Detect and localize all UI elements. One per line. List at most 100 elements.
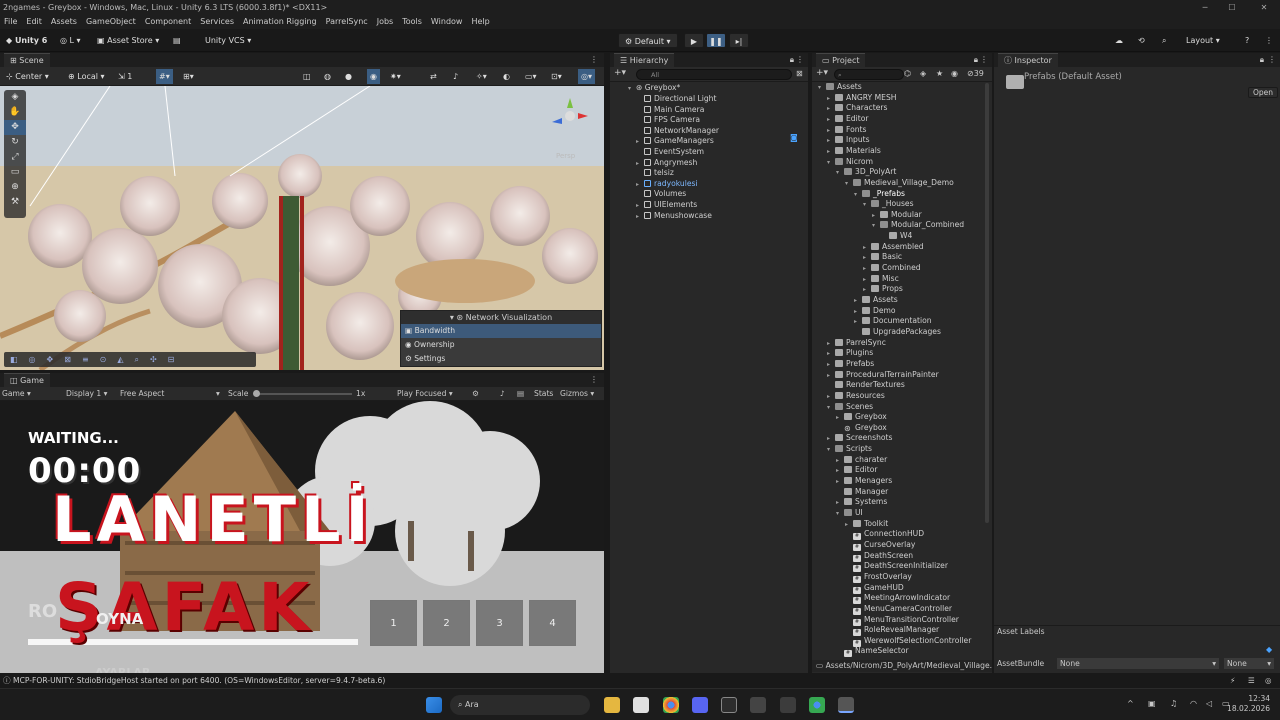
steam-icon[interactable] — [780, 697, 796, 713]
project-item[interactable]: ▸ Editor — [827, 114, 868, 125]
unity-editor-icon[interactable] — [838, 697, 854, 713]
project-item[interactable]: ▾ Medieval_Village_Demo — [845, 178, 954, 189]
project-item[interactable]: ▸ Demo — [854, 306, 896, 317]
hierarchy-search[interactable]: All — [636, 69, 792, 80]
asset-store-button[interactable]: ▣ Asset Store ▾ — [97, 33, 159, 48]
mute-icon[interactable]: ♪ — [500, 387, 505, 401]
lock-icon[interactable]: 🔒︎ — [974, 53, 978, 67]
tools-toggle-icon[interactable]: ◈ — [4, 90, 26, 105]
unity-hub-icon[interactable] — [750, 697, 766, 713]
game-mode-dropdown[interactable]: Game ▾ — [2, 387, 31, 401]
pause-button[interactable]: ❚❚ — [706, 33, 726, 48]
project-item[interactable]: ▾ Nicrom — [827, 157, 873, 168]
display-dropdown[interactable]: Display 1 ▾ — [66, 387, 107, 401]
project-item[interactable]: ▸ ANGRY MESH — [827, 93, 896, 104]
kebab-icon[interactable]: ⋮ — [590, 373, 598, 387]
chrome-icon[interactable] — [663, 697, 679, 713]
asset-bundle-dropdown[interactable]: None ▾ — [1057, 658, 1219, 669]
wireframe-icon[interactable]: ◍ — [324, 69, 331, 84]
search-icon[interactable]: ⌕ — [1162, 33, 1166, 48]
hierarchy-item[interactable]: EventSystem — [636, 147, 704, 158]
project-item[interactable]: # MenuTransitionController — [845, 615, 959, 626]
project-item[interactable]: # GameHUD — [845, 583, 904, 594]
hierarchy-item[interactable]: Main Camera — [636, 105, 704, 116]
project-scrollbar[interactable] — [985, 83, 989, 523]
taskbar-clock[interactable]: 12:34 — [1240, 694, 1270, 704]
build-profile-dropdown[interactable]: ⚙ Default ▾ — [618, 33, 678, 48]
aspect-chevron-icon[interactable]: ▾ — [216, 387, 220, 401]
game-viewport[interactable]: WAITING... 00:00 LANETLİ RO ŞAFAK OYNA 1… — [0, 401, 604, 673]
project-item[interactable]: ▸ Greybox — [836, 412, 887, 423]
account-dropdown[interactable]: ◎ L ▾ — [60, 33, 81, 48]
play-button-label[interactable]: OYNA — [96, 610, 143, 628]
project-item[interactable]: ▸ Basic — [863, 252, 902, 263]
slot-4[interactable]: 4 — [529, 600, 576, 646]
network-status-icon[interactable]: ⚡ — [1230, 674, 1235, 688]
visibility-icon[interactable]: ◐ — [503, 69, 510, 84]
menu-parrelsync[interactable]: ParrelSync — [326, 15, 368, 29]
orientation-gizmo[interactable] — [550, 96, 590, 136]
visibility-icon[interactable]: ◉ — [951, 69, 958, 78]
kebab-icon[interactable]: ⋮ — [1268, 53, 1276, 67]
project-item[interactable]: Manager — [836, 487, 888, 498]
settings-menu-label[interactable]: AYARLAR — [95, 665, 150, 673]
snap-grid-icon[interactable]: ⊞▾ — [183, 69, 194, 84]
project-item[interactable]: # DeathScreenInitializer — [845, 561, 948, 573]
project-item[interactable]: ▸ Prefabs — [827, 359, 874, 370]
project-item[interactable]: ▸ Editor — [836, 465, 877, 476]
grid-icon[interactable]: #▾ — [156, 69, 173, 84]
project-item[interactable]: ▸ charater — [836, 455, 887, 466]
audio-icon[interactable]: ♪ — [453, 69, 458, 84]
expand-arrow-icon[interactable]: ▾ — [845, 179, 853, 190]
more-icon[interactable]: ⋮ — [1265, 33, 1273, 48]
project-item[interactable]: # WerewolfSelectionController — [845, 636, 971, 647]
project-item[interactable]: # NameSelector — [836, 646, 909, 658]
menu-edit[interactable]: Edit — [26, 15, 42, 29]
snap-increment[interactable]: ⇲ 1 — [118, 69, 132, 84]
tag-icon[interactable]: ◆ — [1266, 645, 1272, 654]
project-item[interactable]: # CurseOverlay — [845, 540, 915, 551]
project-item[interactable]: ▾ 3D_PolyArt — [836, 167, 896, 178]
camera-icon[interactable]: ▭▾ — [525, 69, 537, 84]
stats-button[interactable]: Stats — [534, 387, 553, 401]
menu-help[interactable]: Help — [471, 15, 489, 29]
project-item[interactable]: # MenuCameraController — [845, 604, 952, 615]
hierarchy-item[interactable]: Directional Light — [636, 94, 716, 105]
space-dropdown[interactable]: ⊕ Local ▾ — [68, 69, 105, 84]
hierarchy-item[interactable]: FPS Camera — [636, 115, 700, 126]
overlay-item-settings[interactable]: ⚙ Settings — [401, 352, 601, 366]
hierarchy-item[interactable]: telsiz — [636, 168, 674, 179]
menu-jobs[interactable]: Jobs — [377, 15, 394, 29]
menu-file[interactable]: File — [4, 15, 17, 29]
close-button[interactable]: ✕ — [1252, 0, 1276, 15]
chrome-profile-icon[interactable] — [809, 697, 825, 713]
menu-animation-rigging[interactable]: Animation Rigging — [243, 15, 317, 29]
shaded-icon[interactable]: ● — [345, 69, 352, 84]
aspect-dropdown[interactable]: Free Aspect — [120, 387, 164, 401]
project-item[interactable]: ▸ Modular — [872, 210, 922, 221]
favorites-icon[interactable]: ★ — [936, 69, 943, 78]
2d-toggle-icon[interactable]: ⇄ — [430, 69, 437, 84]
search-by-label-icon[interactable]: ◈ — [920, 69, 926, 78]
project-item[interactable]: ▸ Toolkit — [845, 519, 888, 530]
play-button[interactable]: ▶ — [684, 33, 704, 48]
notifications-icon[interactable]: ☰ — [1248, 674, 1255, 688]
overlay-item-bandwidth[interactable]: ▣ Bandwidth — [401, 324, 601, 338]
filter-icon[interactable]: ⊠ — [796, 69, 803, 78]
minimize-button[interactable]: ─ — [1193, 0, 1217, 15]
project-search[interactable]: ⌕ — [834, 69, 904, 80]
stats-toggle-icon[interactable]: ▤ — [517, 387, 524, 401]
hierarchy-scene-root[interactable]: ▾ ⊛ Greybox* — [628, 83, 680, 94]
fx-icon[interactable]: ✧▾ — [476, 69, 487, 84]
lit-icon[interactable]: ◉ — [367, 69, 380, 84]
taskbar-search[interactable]: ⌕ Ara — [450, 695, 590, 715]
search-by-type-icon[interactable]: ⌬ — [904, 69, 911, 78]
menu-assets[interactable]: Assets — [51, 15, 77, 29]
rect-tool-icon[interactable]: ▭ — [4, 165, 26, 180]
project-item[interactable]: # MeetingArrowIndicator — [845, 593, 950, 605]
scene-viewport[interactable]: Persp ◈ ✋ ✥ ↻ ⤢ ▭ ⊕ ⚒ ▾ ⊛ Network Visual… — [0, 86, 604, 370]
hierarchy-item[interactable]: NetworkManager — [636, 126, 719, 137]
github-icon[interactable] — [721, 697, 737, 713]
progress-icon[interactable]: ◎ — [1265, 674, 1272, 688]
hierarchy-item[interactable]: ▸ radyokulesi — [636, 179, 698, 190]
